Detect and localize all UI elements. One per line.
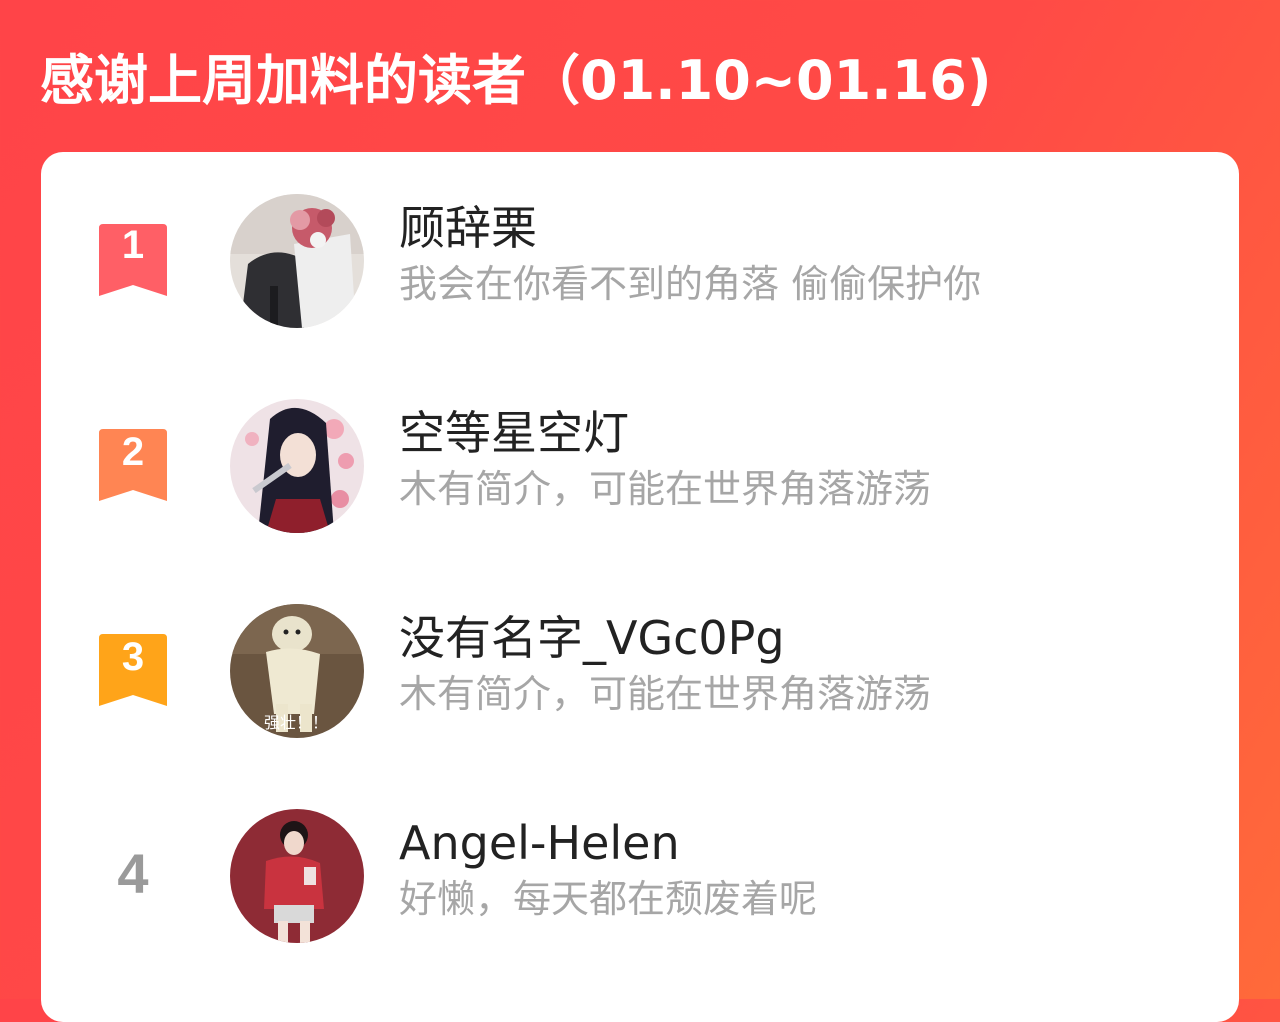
reader-name[interactable]: 空等星空灯 [399,405,629,461]
reader-bio: 木有简介，可能在世界角落游荡 [399,672,932,716]
reader-row-4[interactable]: 4 Angel-Helen 好懒，每天都在颓废着呢 [41,807,1239,957]
page-title: 感谢上周加料的读者（01.10~01.16) [40,49,992,112]
avatar[interactable] [230,399,364,533]
rank-number: 3 [122,635,144,679]
avatar-caption: 强壮！！ [264,713,328,732]
reader-name[interactable]: Angel-Helen [399,815,680,871]
rank-number: 2 [122,430,144,474]
rank-number: 1 [122,224,144,267]
avatar[interactable] [230,809,364,943]
rank-ribbon-icon: 3 [99,634,167,706]
avatar[interactable] [230,194,364,328]
reader-bio: 好懒，每天都在颓废着呢 [399,877,818,921]
avatar[interactable]: 强壮！！ [230,604,364,738]
reader-row-1[interactable]: 1 顾辞栗 我会在你看不到的角落 偷偷保护你 [41,192,1239,342]
reader-name[interactable]: 没有名字_VGc0Pg [399,610,785,666]
rank-number: 4 [117,842,149,905]
rank-ribbon-icon: 1 [99,224,167,296]
reader-name[interactable]: 顾辞栗 [399,200,537,256]
reader-row-3[interactable]: 3 强壮！！ 没有名字_VGc0Pg 木有简介，可能在世界角落游荡 [41,602,1239,752]
rank-ribbon-icon: 2 [99,429,167,501]
reader-row-2[interactable]: 2 空等星空灯 木有简介，可能在世界角落游荡 [41,397,1239,547]
reader-list-card: 1 顾辞栗 我会在你看不到的角落 偷偷保护你 2 空等星空灯 木有简介，可能在世… [41,152,1239,1022]
reader-bio: 木有简介，可能在世界角落游荡 [399,467,932,511]
reader-bio: 我会在你看不到的角落 偷偷保护你 [399,262,982,306]
